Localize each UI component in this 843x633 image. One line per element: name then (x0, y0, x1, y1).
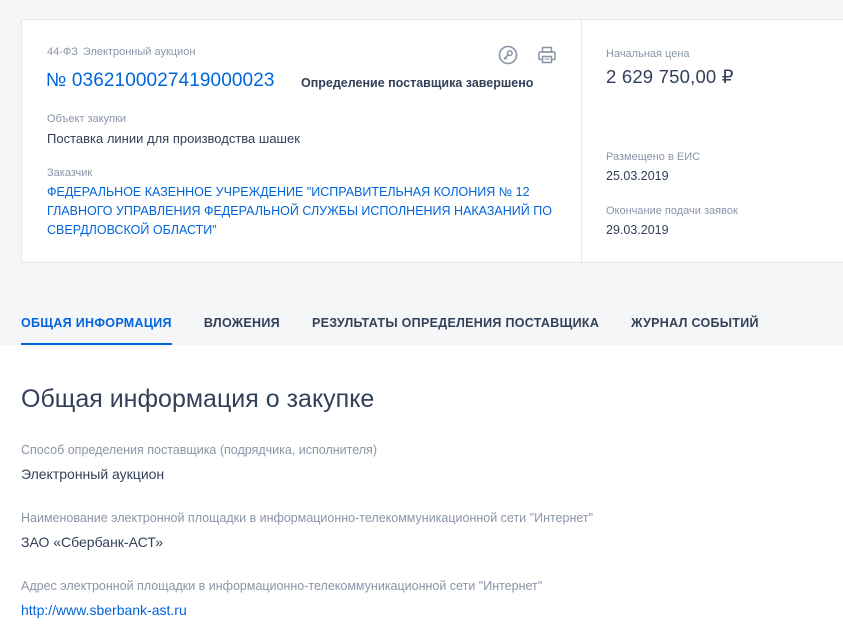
deadline-label: Окончание подачи заявок (606, 205, 738, 217)
field-value-method: Электронный аукцион (21, 466, 165, 482)
procedure-type-label: Электронный аукцион (82, 46, 196, 58)
law-label: 44-ФЗ (47, 46, 78, 58)
section-title: Общая информация о закупке (21, 385, 375, 413)
tab-general-info[interactable]: ОБЩАЯ ИНФОРМАЦИЯ (21, 303, 172, 345)
tab-attachments[interactable]: ВЛОЖЕНИЯ (204, 303, 280, 345)
platform-address-link[interactable]: http://www.sberbank-ast.ru (21, 602, 187, 618)
key-icon[interactable] (498, 45, 518, 65)
header-area: 44-ФЗ Электронный аукцион № 0362100027419… (0, 0, 843, 345)
procedure-meta: 44-ФЗ Электронный аукцион (47, 46, 195, 58)
customer-label: Заказчик (47, 167, 93, 179)
tab-supplier-results[interactable]: РЕЗУЛЬТАТЫ ОПРЕДЕЛЕНИЯ ПОСТАВЩИКА (312, 303, 599, 345)
posted-label: Размещено в ЕИС (606, 151, 701, 163)
price-value: 2 629 750,00 ₽ (606, 66, 734, 87)
field-label-method: Способ определения поставщика (подрядчик… (21, 443, 377, 457)
subject-label: Объект закупки (47, 113, 127, 125)
tab-bar: ОБЩАЯ ИНФОРМАЦИЯ ВЛОЖЕНИЯ РЕЗУЛЬТАТЫ ОПР… (21, 303, 791, 345)
print-icon[interactable] (537, 45, 557, 65)
card-divider (581, 20, 582, 264)
purchase-number-link[interactable]: № 0362100027419000023 (46, 70, 275, 92)
deadline-value: 29.03.2019 (606, 223, 669, 237)
posted-value: 25.03.2019 (606, 169, 669, 183)
price-label: Начальная цена (606, 48, 690, 60)
field-label-platform-name: Наименование электронной площадки в инфо… (21, 511, 594, 525)
field-label-platform-address: Адрес электронной площадки в информацион… (21, 579, 543, 593)
customer-link[interactable]: ФЕДЕРАЛЬНОЕ КАЗЕННОЕ УЧРЕЖДЕНИЕ "ИСПРАВИ… (47, 183, 567, 240)
status-text: Определение поставщика завершено (301, 76, 534, 90)
subject-value: Поставка линии для производства шашек (47, 131, 300, 146)
tab-event-log[interactable]: ЖУРНАЛ СОБЫТИЙ (631, 303, 759, 345)
field-value-platform-name: ЗАО «Сбербанк-АСТ» (21, 534, 163, 550)
purchase-card: 44-ФЗ Электронный аукцион № 0362100027419… (21, 19, 843, 264)
